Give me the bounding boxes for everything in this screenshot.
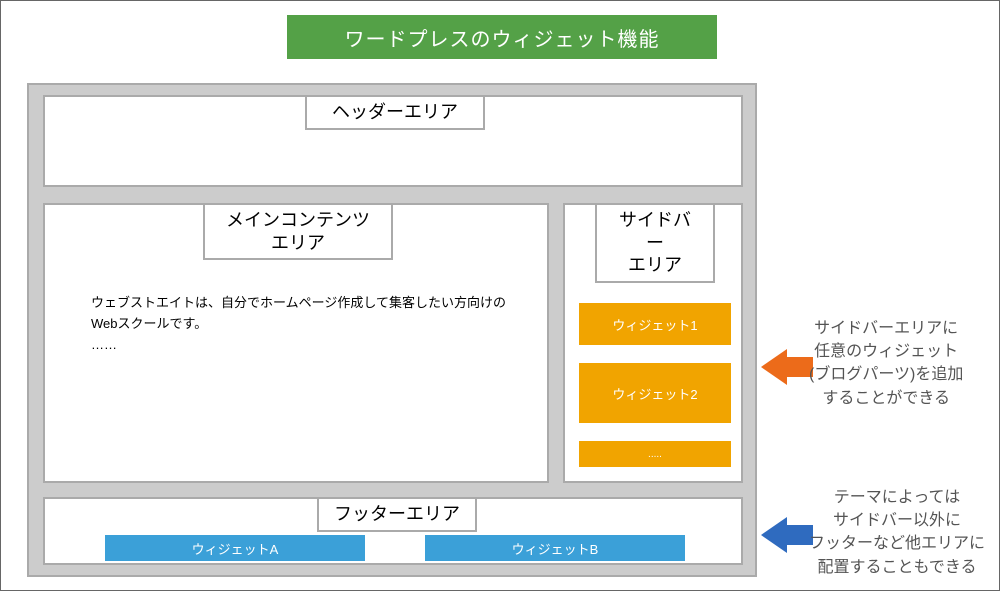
footer-widget-a: ウィジェットA bbox=[105, 535, 365, 561]
title-banner: ワードプレスのウィジェット機能 bbox=[287, 15, 717, 59]
sidebar-widget-2: ウィジェット2 bbox=[579, 363, 731, 423]
main-content-area: メインコンテンツエリア ウェブストエイトは、自分でホームページ作成して集客したい… bbox=[43, 203, 549, 483]
sidebar-widget-1: ウィジェット1 bbox=[579, 303, 731, 345]
arrow-orange-icon bbox=[761, 349, 813, 385]
header-area: ヘッダーエリア bbox=[43, 95, 743, 187]
footer-area: フッターエリア ウィジェットA ウィジェットB bbox=[43, 497, 743, 565]
arrow-blue-icon bbox=[761, 517, 813, 553]
annotation-sidebar: サイドバーエリアに任意のウィジェット(ブログパーツ)を追加することができる bbox=[809, 317, 963, 410]
sidebar-area-label: サイドバーエリア bbox=[595, 203, 715, 283]
layout-wireframe: ヘッダーエリア メインコンテンツエリア ウェブストエイトは、自分でホームページ作… bbox=[27, 83, 757, 577]
header-area-label: ヘッダーエリア bbox=[305, 95, 485, 130]
footer-widget-b: ウィジェットB bbox=[425, 535, 685, 561]
main-text-line2: …… bbox=[91, 337, 117, 352]
sidebar-widget-more: ..... bbox=[579, 441, 731, 467]
annotation-footer: テーマによってはサイドバー以外にフッターなど他エリアに配置することもできる bbox=[809, 486, 985, 579]
main-text-line1: ウェブストエイトは、自分でホームページ作成して集客したい方向けのWebスクールで… bbox=[91, 295, 506, 331]
arrow-head-icon bbox=[761, 517, 787, 553]
main-sample-text: ウェブストエイトは、自分でホームページ作成して集客したい方向けのWebスクールで… bbox=[91, 293, 511, 355]
sidebar-area: サイドバーエリア ウィジェット1 ウィジェット2 ..... bbox=[563, 203, 743, 483]
main-area-label: メインコンテンツエリア bbox=[203, 203, 393, 260]
footer-area-label: フッターエリア bbox=[317, 497, 477, 532]
arrow-head-icon bbox=[761, 349, 787, 385]
